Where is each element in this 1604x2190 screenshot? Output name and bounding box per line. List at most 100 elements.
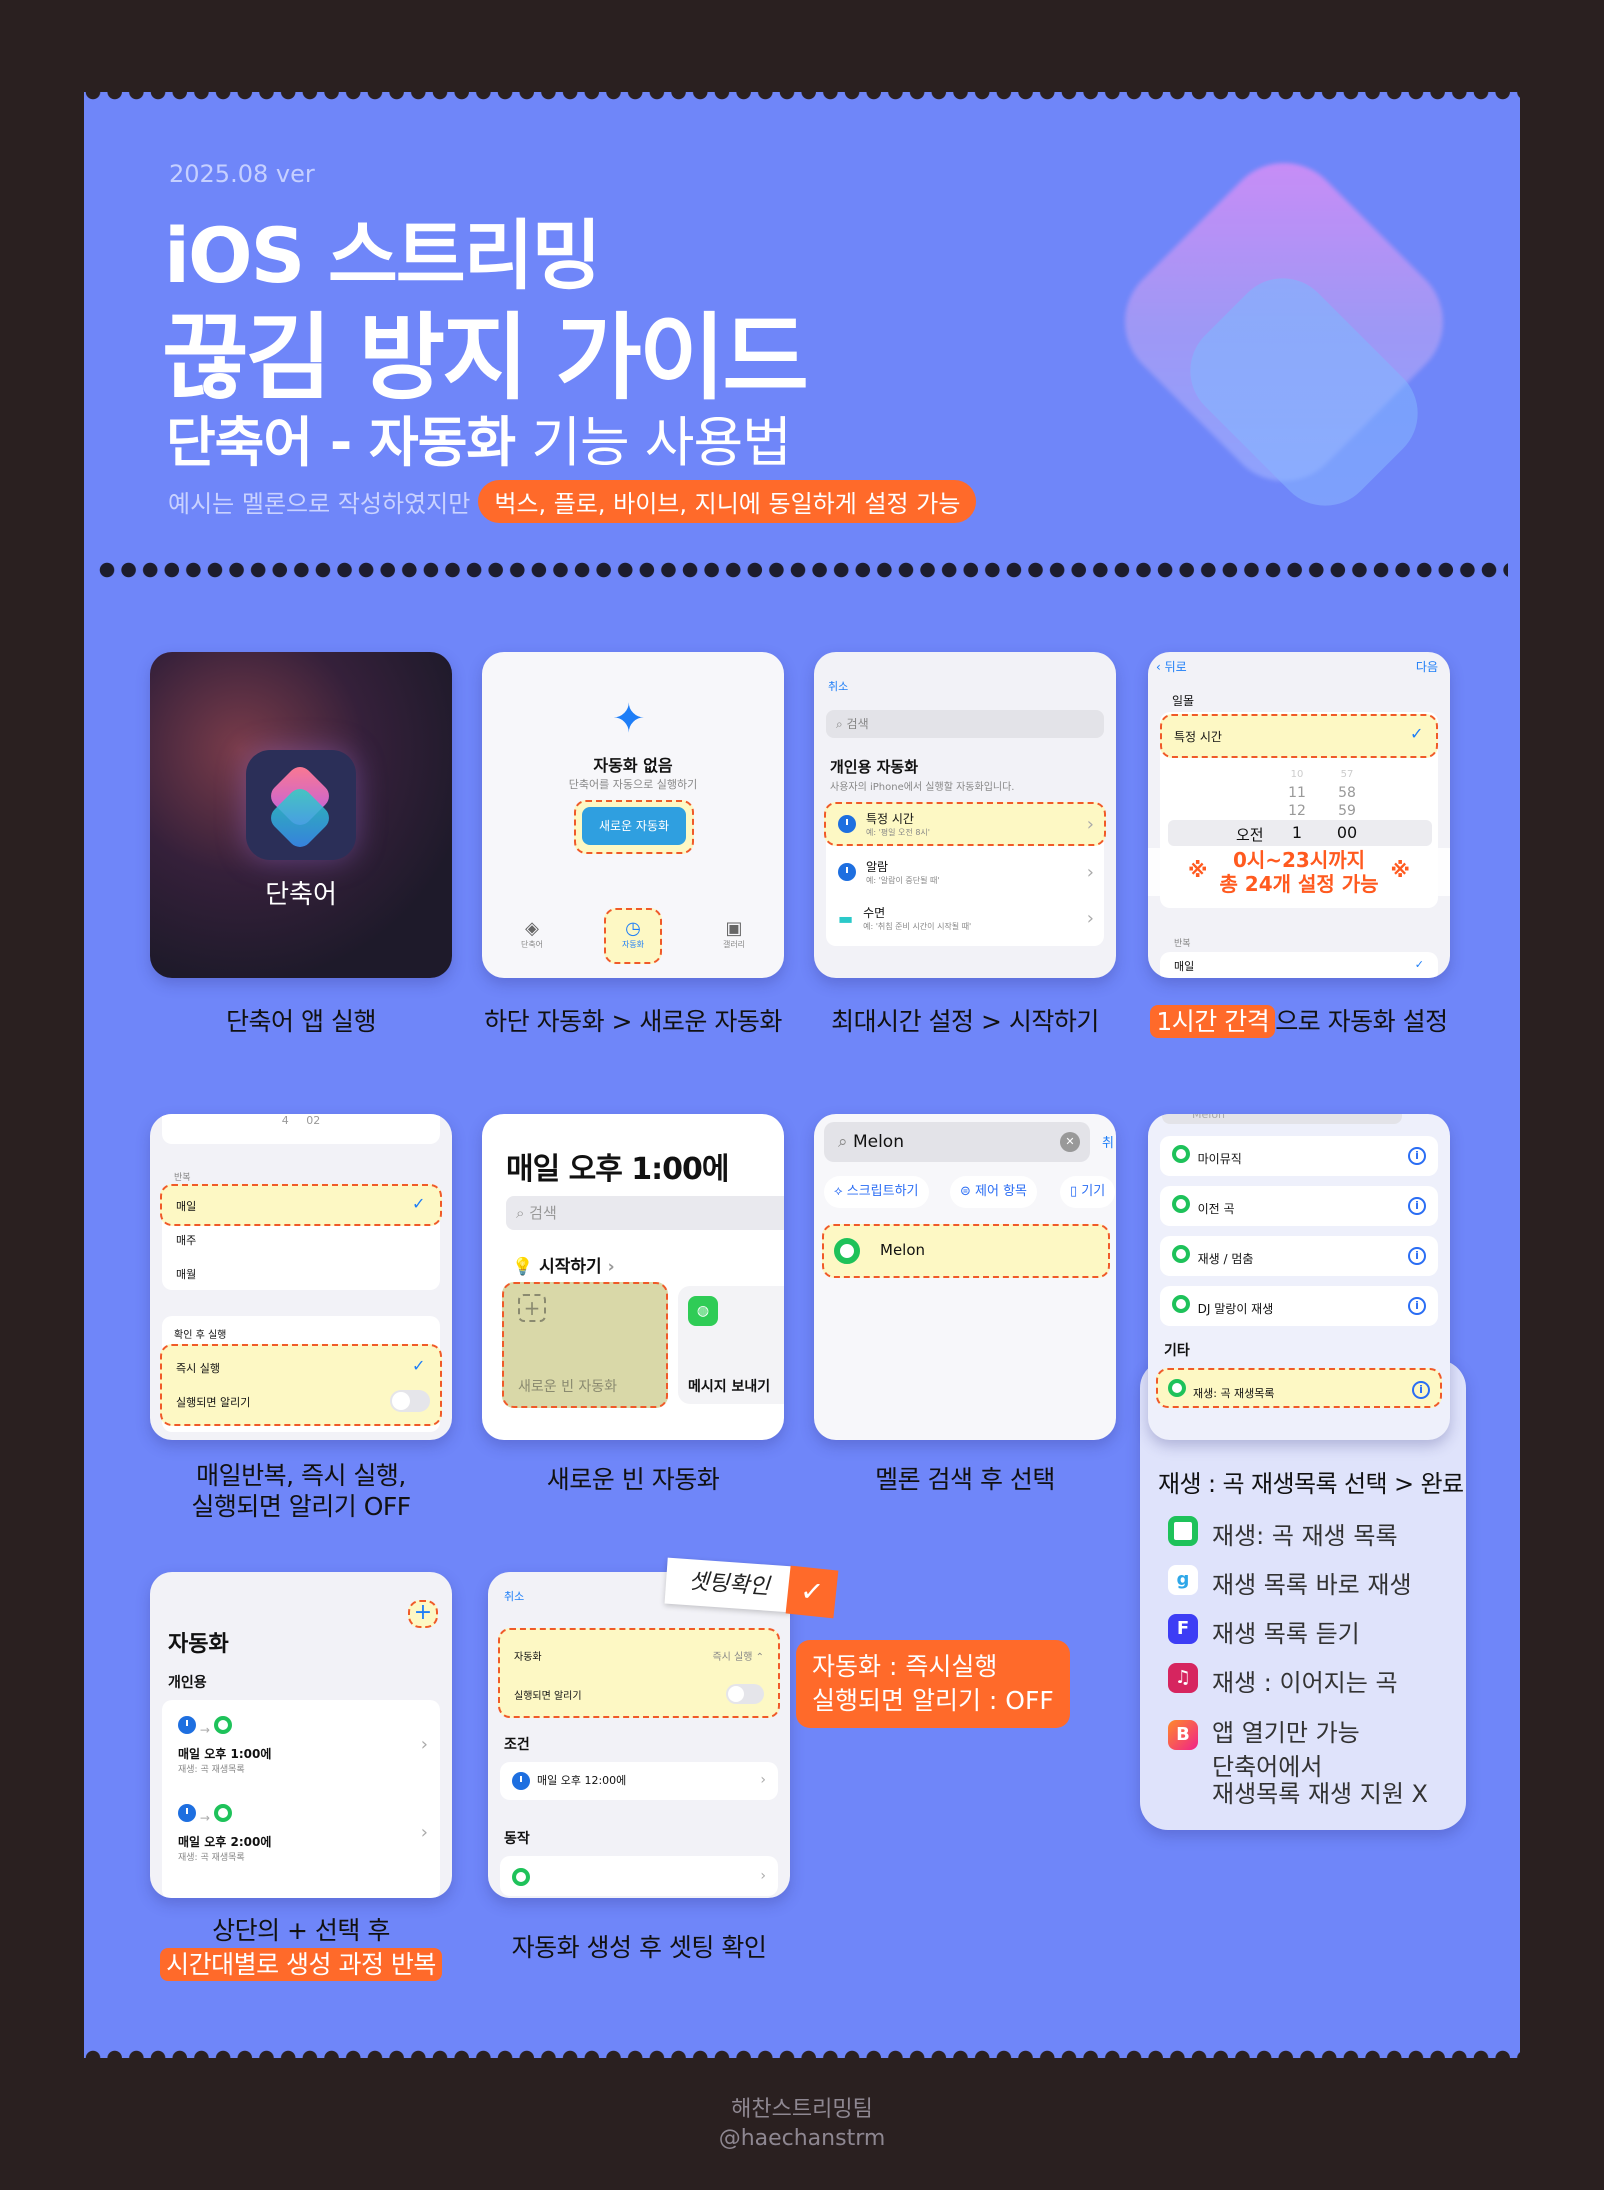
clock-icon xyxy=(512,1772,530,1790)
sunset-label: 일몰 xyxy=(1172,694,1195,708)
monthly-option[interactable]: 매월 xyxy=(176,1266,196,1282)
daily-row[interactable]: 매일 ✓ xyxy=(1160,952,1438,978)
info-icon[interactable]: i xyxy=(1412,1381,1430,1399)
search-bar[interactable]: ⌕ 검색 xyxy=(826,710,1104,738)
melon-icon xyxy=(213,1716,232,1734)
tab-gallery[interactable]: ▣ 갤러리 xyxy=(714,918,754,950)
footer-team: 해찬스트리밍팀 xyxy=(731,2097,873,2122)
condition-row[interactable]: 매일 오후 12:00에 › xyxy=(500,1762,778,1800)
minute-option: 57 xyxy=(1340,769,1354,780)
gallery-icon: ▣ xyxy=(725,918,743,939)
minute-wheel[interactable]: 57 58 59 00 xyxy=(1332,766,1362,842)
bed-icon: ▬ xyxy=(838,908,854,928)
legend-label: 재생: 곡 재생 목록 xyxy=(1212,1522,1398,1550)
cancel-button[interactable]: 취소 xyxy=(504,1588,524,1604)
info-icon[interactable]: i xyxy=(1408,1247,1426,1265)
tab-shortcuts[interactable]: ◈ 단축어 xyxy=(512,918,552,950)
melon-result[interactable] xyxy=(822,1224,1110,1278)
info-icon[interactable]: i xyxy=(1408,1197,1426,1215)
other-section-label: 기타 xyxy=(1164,1343,1190,1359)
alarm-item[interactable]: 알람 예: '알람이 중단될 때' › xyxy=(838,858,1094,886)
get-started-row[interactable]: 💡 시작하기 › xyxy=(512,1252,615,1277)
action-row[interactable]: › xyxy=(500,1856,778,1896)
cancel-button[interactable]: 취소 xyxy=(828,678,848,694)
step1-card: 단축어 xyxy=(150,652,452,978)
legend-label: 재생 : 이어지는 곡 xyxy=(1212,1669,1398,1697)
automation-item-2[interactable]: → 매일 오후 2:00에 재생: 곡 재생목록 › xyxy=(178,1804,428,1863)
messages-icon: ◍ xyxy=(688,1296,718,1326)
shortcuts-app-icon[interactable] xyxy=(246,750,356,860)
step3-caption: 최대시간 설정 > 시작하기 xyxy=(831,1007,1099,1036)
tab-automation[interactable]: ◷ 자동화 xyxy=(613,918,653,950)
hour-option: 11 xyxy=(1288,785,1306,801)
back-button[interactable]: ‹ 뒤로 xyxy=(1156,658,1187,675)
notify-label: 실행되면 알리기 xyxy=(176,1396,251,1409)
flo-icon: F xyxy=(1168,1614,1198,1644)
legend-item-flo: F 재생 목록 듣기 xyxy=(1168,1614,1466,1649)
notify-label: 실행되면 알리기 xyxy=(514,1690,582,1702)
action-label: DJ 말랑이 재생 xyxy=(1197,1302,1274,1316)
top-scallop-edge xyxy=(84,92,1520,101)
alarm-label: 알람 xyxy=(866,860,889,874)
note: 예시는 멜론으로 작성하였지만 벅스, 플로, 바이브, 지니에 동일하게 설정 … xyxy=(168,480,977,523)
action-list: 마이뮤직 i 이전 곡 i 재생 / 멈춤 i DJ 말랑이 재생 i 기타 xyxy=(1160,1136,1438,1370)
run-now-option[interactable]: 즉시 실행 xyxy=(176,1360,220,1376)
checkmark-icon: ✓ xyxy=(1414,958,1424,971)
subtitle: 단축어 - 자동화 기능 사용법 xyxy=(166,398,792,477)
new-automation-button[interactable]: 새로운 자동화 xyxy=(582,807,686,845)
hour-tail: 4 xyxy=(281,1114,289,1127)
melon-search-field[interactable]: ⌕ Melon ✕ xyxy=(824,1122,1090,1162)
action-item[interactable]: 재생 / 멈춤 i xyxy=(1160,1236,1438,1276)
chip-device[interactable]: ▯ 기기 xyxy=(1060,1176,1116,1208)
automation-item-1[interactable]: → 매일 오후 1:00에 재생: 곡 재생목록 › xyxy=(178,1716,428,1775)
daily-option[interactable] xyxy=(160,1184,442,1226)
legend-list: 재생: 곡 재생 목록 g 재생 목록 바로 재생 F 재생 목록 듣기 ♫ 재생 :… xyxy=(1140,1516,1466,1823)
checkmark-icon: ✓ xyxy=(412,1356,426,1375)
condition-label: 조건 xyxy=(504,1737,530,1753)
get-started-label: 시작하기 xyxy=(539,1257,602,1277)
next-button[interactable]: 다음 xyxy=(1416,658,1438,675)
action-search-bar[interactable]: ⌕ 검색 xyxy=(506,1196,784,1230)
legend-label: 앱 열기만 가능 xyxy=(1212,1719,1360,1747)
note-mark-right: ※ xyxy=(1390,858,1410,882)
melon-icon xyxy=(1172,1295,1190,1313)
chevron-right-icon: › xyxy=(1086,861,1094,883)
poster: 2025.08 ver iOS 스트리밍 끊김 방지 가이드 단축어 - 자동화… xyxy=(84,92,1520,2058)
add-automation-button[interactable]: + xyxy=(408,1600,438,1628)
info-icon[interactable]: i xyxy=(1408,1147,1426,1165)
time-strip: 4 02 xyxy=(162,1114,440,1144)
checkmark-badge-icon: ✓ xyxy=(785,1565,839,1619)
clear-icon[interactable]: ✕ xyxy=(1060,1132,1080,1152)
weekly-option[interactable]: 매주 xyxy=(176,1232,196,1248)
specific-time-label: 특정 시간 xyxy=(866,812,914,826)
step4-caption-highlight: 1시간 간격 xyxy=(1150,1005,1276,1038)
tab-shortcuts-label: 단축어 xyxy=(520,940,544,949)
action-item[interactable]: 마이뮤직 i xyxy=(1160,1136,1438,1176)
action-item[interactable]: 이전 곡 i xyxy=(1160,1186,1438,1226)
notify-toggle[interactable] xyxy=(726,1684,764,1704)
automation-row[interactable]: 자동화 즉시 실행 ⌃ xyxy=(514,1648,764,1663)
cancel-partial[interactable]: 취 xyxy=(1102,1132,1114,1151)
arrow-icon: → xyxy=(199,1723,210,1737)
chip-controls[interactable]: ⊜ 제어 항목 xyxy=(950,1176,1038,1208)
personal-label: 개인용 xyxy=(168,1675,207,1691)
no-automation-title: 자동화 없음 xyxy=(593,756,673,775)
condition-value: 매일 오후 12:00에 xyxy=(537,1774,627,1787)
callout-line1: 자동화 : 즉시실행 xyxy=(812,1652,998,1681)
sleep-item[interactable]: ▬ 수면 예: '취침 준비 시간이 시작될 때' › xyxy=(838,904,1094,932)
checkmark-icon: ✓ xyxy=(412,1194,426,1213)
notify-toggle[interactable] xyxy=(390,1390,430,1412)
step4-caption: 1시간 간격 으로 자동화 설정 xyxy=(1134,1002,1464,1038)
notify-row: 실행되면 알리기 xyxy=(514,1684,764,1704)
chevron-right-icon: › xyxy=(760,1772,766,1788)
legend-item-melon: 재생: 곡 재생 목록 xyxy=(1168,1516,1466,1551)
new-blank-label: 새로운 빈 자동화 xyxy=(518,1379,618,1395)
chip-scripting[interactable]: ⟡ 스크립트하기 xyxy=(824,1176,929,1208)
legend-label: 재생 목록 듣기 xyxy=(1212,1620,1360,1648)
subtitle-rest: 기능 사용법 xyxy=(515,411,792,474)
step6-card: 매일 오후 1:00에 ⌕ 검색 💡 시작하기 › + 새로운 빈 자동화 ◍ … xyxy=(482,1114,784,1440)
action-item[interactable]: DJ 말랑이 재생 i xyxy=(1160,1286,1438,1326)
hour-wheel[interactable]: 10 11 12 1 xyxy=(1282,766,1312,842)
info-icon[interactable]: i xyxy=(1408,1297,1426,1315)
daily-label: 매일 xyxy=(176,1200,197,1213)
